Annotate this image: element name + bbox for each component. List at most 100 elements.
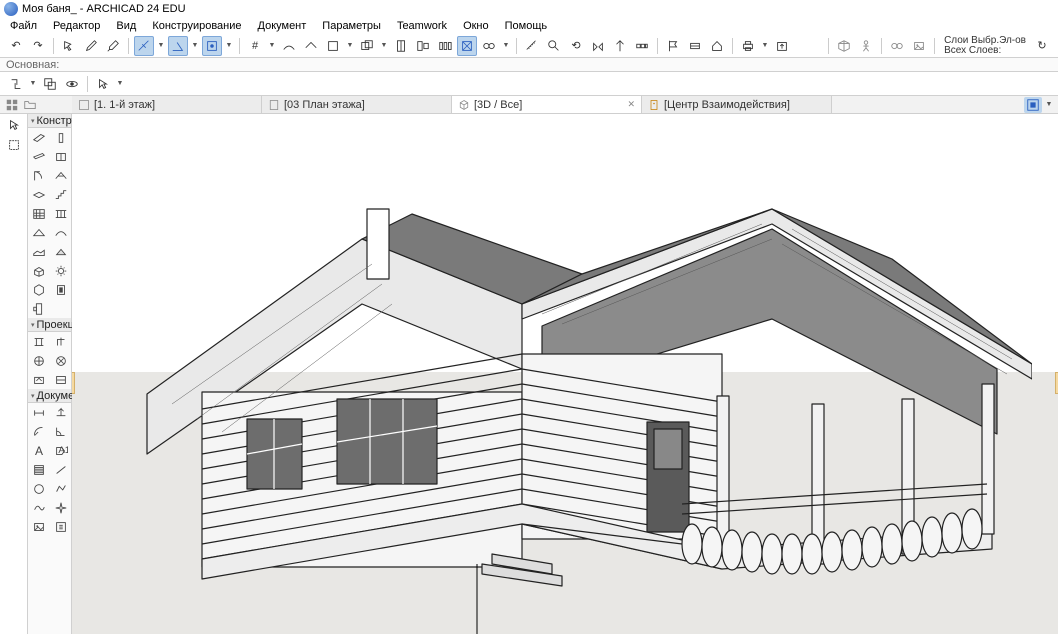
orbit-button[interactable] [62, 74, 82, 94]
detail-tool[interactable] [28, 370, 50, 389]
line-tool[interactable] [50, 460, 72, 479]
mesh-tool[interactable] [28, 242, 50, 261]
link-button[interactable] [479, 36, 499, 56]
viewport-3d[interactable]: x y [72, 114, 1058, 634]
dropdown-icon[interactable]: ▼ [760, 42, 770, 49]
door-tool[interactable] [28, 166, 50, 185]
menu-teamwork[interactable]: Teamwork [391, 19, 453, 33]
skylight-tool[interactable] [50, 166, 72, 185]
menu-options[interactable]: Параметры [316, 19, 387, 33]
spline-tool[interactable] [28, 498, 50, 517]
layer-cycle-button[interactable]: ↻ [1032, 36, 1052, 56]
find-button[interactable] [544, 36, 564, 56]
redo-button[interactable]: ↷ [28, 36, 48, 56]
guideline-perp-button[interactable] [134, 36, 154, 56]
reference-button[interactable] [40, 74, 60, 94]
arc-tool[interactable] [28, 479, 50, 498]
group-button[interactable] [357, 36, 377, 56]
publish-button[interactable] [772, 36, 792, 56]
roof-tool[interactable] [28, 223, 50, 242]
text-tool[interactable]: A [28, 441, 50, 460]
section-tool[interactable] [28, 332, 50, 351]
eyedropper-button[interactable] [81, 36, 101, 56]
panel-header-design[interactable]: Конструиров [28, 114, 71, 128]
render-button[interactable] [909, 36, 929, 56]
left-gutter-handle[interactable] [72, 372, 75, 394]
window-tool[interactable] [50, 147, 72, 166]
tab-interaction[interactable]: [Центр Взаимодействия] [642, 96, 832, 113]
home-button[interactable] [707, 36, 727, 56]
navigator-icon[interactable] [4, 97, 20, 113]
column-tool[interactable] [50, 128, 72, 147]
elevation-tool[interactable] [50, 332, 72, 351]
dropdown-icon[interactable]: ▼ [1044, 101, 1054, 108]
guideline-angle-button[interactable] [168, 36, 188, 56]
figure-tool[interactable] [28, 517, 50, 536]
ruler-button[interactable] [279, 36, 299, 56]
tab-3d[interactable]: [3D / Все] ✕ [452, 96, 642, 113]
fill-tool[interactable] [28, 460, 50, 479]
change-tool[interactable] [50, 370, 72, 389]
label-tool[interactable]: A1 [50, 441, 72, 460]
dropdown-icon[interactable]: ▼ [501, 42, 511, 49]
opening-tool[interactable] [50, 280, 72, 299]
menu-window[interactable]: Окно [457, 19, 495, 33]
dropdown-icon[interactable]: ▼ [379, 42, 389, 49]
arrow-tool-button[interactable] [93, 74, 113, 94]
syringe-button[interactable] [103, 36, 123, 56]
pick-button[interactable] [59, 36, 79, 56]
polyline-tool[interactable] [50, 479, 72, 498]
dropdown-icon[interactable]: ▼ [28, 80, 38, 87]
quick-options-button[interactable] [1024, 97, 1042, 113]
grid-button[interactable]: # [245, 36, 265, 56]
glasses-button[interactable] [887, 36, 907, 56]
close-icon[interactable]: ✕ [627, 99, 635, 110]
undo-button[interactable]: ↶ [6, 36, 26, 56]
marquee-icon[interactable] [3, 136, 25, 154]
dropdown-icon[interactable]: ▼ [345, 42, 355, 49]
menu-view[interactable]: Вид [110, 19, 142, 33]
menu-file[interactable]: Файл [4, 19, 43, 33]
flag-button[interactable] [663, 36, 683, 56]
menu-design[interactable]: Конструирование [146, 19, 247, 33]
panel-header-projection[interactable]: Проекция [28, 318, 71, 332]
panel-header-document[interactable]: Документир [28, 389, 71, 403]
multiply-button[interactable] [632, 36, 652, 56]
slab-tool[interactable] [28, 185, 50, 204]
radial-dim-tool[interactable] [28, 422, 50, 441]
stair-tool[interactable] [50, 185, 72, 204]
dropdown-icon[interactable]: ▼ [267, 42, 277, 49]
interior-elev-tool[interactable] [28, 351, 50, 370]
shell-tool[interactable] [50, 223, 72, 242]
magic-button[interactable] [457, 36, 477, 56]
menu-help[interactable]: Помощь [499, 19, 554, 33]
railing-tool[interactable] [50, 204, 72, 223]
trace-ref-button[interactable] [6, 74, 26, 94]
dropdown-icon[interactable]: ▼ [224, 42, 234, 49]
dropdown-icon[interactable]: ▼ [190, 42, 200, 49]
object-tool[interactable] [28, 261, 50, 280]
wall-tool[interactable] [28, 128, 50, 147]
drawing-tool[interactable] [50, 517, 72, 536]
lamp-tool[interactable] [50, 261, 72, 280]
morph-tool[interactable] [28, 280, 50, 299]
arrow-icon[interactable] [3, 116, 25, 134]
wall-ref-button[interactable] [685, 36, 705, 56]
print-button[interactable] [738, 36, 758, 56]
element-button[interactable] [323, 36, 343, 56]
trace-button[interactable] [301, 36, 321, 56]
tab-floor1[interactable]: [1. 1-й этаж] [72, 96, 262, 113]
tab-plan[interactable]: [03 План этажа] [262, 96, 452, 113]
worksheet-tool[interactable] [50, 351, 72, 370]
rotate-button[interactable]: ⟲ [566, 36, 586, 56]
dimension-tool[interactable] [28, 403, 50, 422]
menu-document[interactable]: Документ [252, 19, 313, 33]
angle-dim-tool[interactable] [50, 422, 72, 441]
suspend-button[interactable] [391, 36, 411, 56]
menu-edit[interactable]: Редактор [47, 19, 106, 33]
curtainwall-tool[interactable] [28, 204, 50, 223]
walk-button[interactable] [856, 36, 876, 56]
dropdown-icon[interactable]: ▼ [115, 80, 125, 87]
distribute-button[interactable] [435, 36, 455, 56]
mirror-button[interactable] [588, 36, 608, 56]
